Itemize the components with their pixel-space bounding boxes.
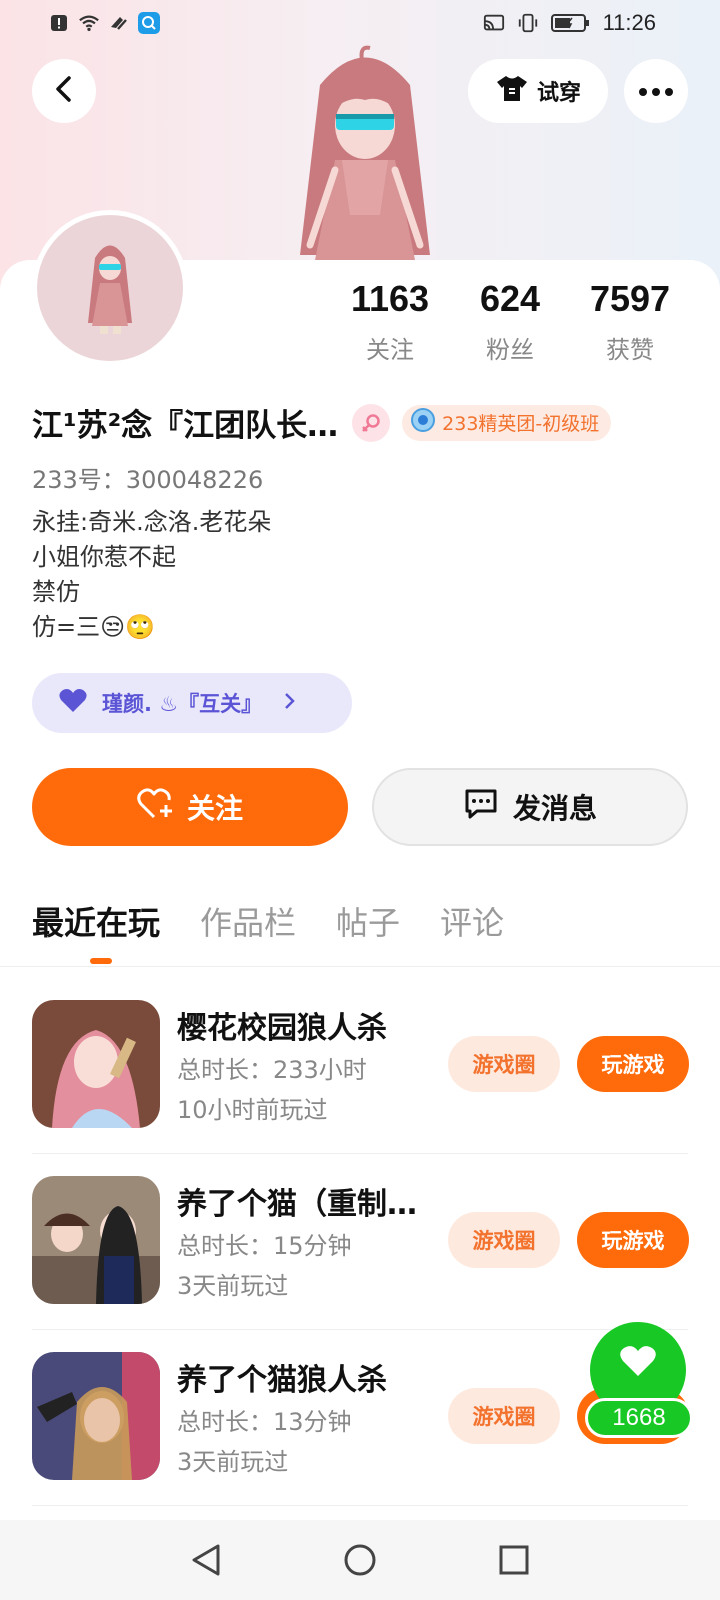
bio-line: 禁仿	[32, 578, 80, 606]
app-search-icon	[138, 12, 160, 34]
bio-line: 小姐你惹不起	[32, 543, 176, 571]
cast-icon	[483, 12, 505, 34]
likes-label: 获赞	[606, 336, 654, 364]
game-last-played: 10小时前玩过	[177, 1096, 328, 1124]
following-stat[interactable]: 1163 关注	[330, 278, 450, 365]
game-icon	[32, 1352, 160, 1480]
more-dots-icon	[638, 82, 674, 101]
like-count-badge: 1668	[585, 1398, 693, 1438]
profile-stats: 1163 关注 624 粉丝 7597 获赞	[330, 278, 690, 365]
profile-tabs: 最近在玩 作品栏 帖子 评论	[32, 898, 504, 944]
game-list-item[interactable]: 养了个猫（重制… 总时长：15分钟 3天前玩过 游戏圈 玩游戏	[32, 1154, 689, 1330]
play-game-button[interactable]: 玩游戏	[577, 1036, 689, 1092]
game-name: 樱花校园狼人杀	[177, 1011, 387, 1046]
battery-icon	[550, 12, 591, 34]
nav-back-icon[interactable]	[188, 1542, 224, 1578]
more-options-button[interactable]	[624, 59, 688, 123]
followers-label: 粉丝	[486, 336, 534, 364]
try-on-label: 试穿	[536, 81, 581, 106]
user-avatar[interactable]	[32, 210, 188, 366]
game-icon	[32, 1176, 160, 1304]
chevron-right-icon	[284, 691, 296, 715]
wifi-icon	[78, 12, 100, 34]
divider	[32, 1505, 688, 1506]
active-tab-indicator	[90, 958, 112, 964]
game-icon	[32, 1000, 160, 1128]
tab-recently-played[interactable]: 最近在玩	[32, 898, 160, 944]
name-row: 江¹苏²念『江团队长… 233精英团-初级班	[32, 400, 612, 445]
followers-stat[interactable]: 624 粉丝	[450, 278, 570, 365]
game-list-item[interactable]: 樱花校园狼人杀 总时长：233小时 10小时前玩过 游戏圈 玩游戏	[32, 978, 689, 1154]
tab-divider	[0, 966, 720, 967]
back-button[interactable]	[32, 59, 96, 123]
bio-line: 永挂:奇米.念洛.老花朵	[32, 508, 272, 536]
shirt-icon	[495, 73, 529, 109]
user-id[interactable]: 233号：300048226	[32, 460, 263, 495]
bio-line: 仿=三😒🙄	[32, 613, 156, 641]
heart-icon	[58, 688, 88, 719]
tab-works[interactable]: 作品栏	[200, 898, 296, 944]
game-circle-button[interactable]: 游戏圈	[448, 1212, 560, 1268]
nav-home-icon[interactable]	[342, 1542, 378, 1578]
mutual-friend-pill[interactable]: 瑾颜. ♨『互关』	[32, 673, 352, 733]
game-name: 养了个猫（重制…	[177, 1187, 417, 1222]
clock: 11:26	[602, 10, 656, 35]
vibrate-icon	[517, 12, 539, 34]
try-on-button[interactable]: 试穿	[468, 59, 608, 123]
tab-comments[interactable]: 评论	[440, 898, 504, 944]
alert-icon	[48, 12, 70, 34]
follow-button[interactable]: 关注	[32, 768, 348, 846]
user-name: 江¹苏²念『江团队长…	[32, 408, 339, 444]
character-avatar-figure[interactable]	[280, 40, 450, 270]
badge-emblem-icon	[410, 407, 436, 438]
system-navigation-bar	[0, 1520, 720, 1600]
tab-posts[interactable]: 帖子	[336, 898, 400, 944]
game-last-played: 3天前玩过	[177, 1448, 289, 1476]
team-badge-label: 233精英团-初级班	[442, 413, 600, 435]
message-label: 发消息	[512, 792, 597, 825]
following-count: 1163	[350, 278, 430, 319]
following-label: 关注	[366, 336, 414, 364]
nav-recents-icon[interactable]	[496, 1542, 532, 1578]
followers-count: 624	[479, 278, 541, 319]
chevron-left-icon	[52, 75, 76, 107]
game-total-duration: 总时长：13分钟	[177, 1408, 352, 1436]
user-bio: 永挂:奇米.念洛.老花朵 小姐你惹不起 禁仿 仿=三😒🙄	[32, 505, 271, 645]
likes-stat[interactable]: 7597 获赞	[570, 278, 690, 365]
follow-label: 关注	[186, 792, 243, 825]
game-total-duration: 总时长：15分钟	[177, 1232, 352, 1260]
game-name: 养了个猫狼人杀	[177, 1363, 387, 1398]
nfc-icon	[108, 12, 130, 34]
mutual-friend-label: 瑾颜. ♨『互关』	[102, 692, 263, 716]
game-circle-button[interactable]: 游戏圈	[448, 1388, 560, 1444]
chat-bubble-icon	[463, 787, 499, 828]
likes-count: 7597	[589, 278, 671, 319]
play-game-button[interactable]: 玩游戏	[577, 1212, 689, 1268]
heart-icon	[618, 1344, 658, 1382]
game-circle-button[interactable]: 游戏圈	[448, 1036, 560, 1092]
heart-plus-icon	[137, 787, 175, 828]
game-last-played: 3天前玩过	[177, 1272, 289, 1300]
game-total-duration: 总时长：233小时	[177, 1056, 367, 1084]
team-badge[interactable]: 233精英团-初级班	[402, 404, 612, 441]
female-gender-icon	[352, 403, 391, 442]
send-message-button[interactable]: 发消息	[372, 768, 688, 846]
